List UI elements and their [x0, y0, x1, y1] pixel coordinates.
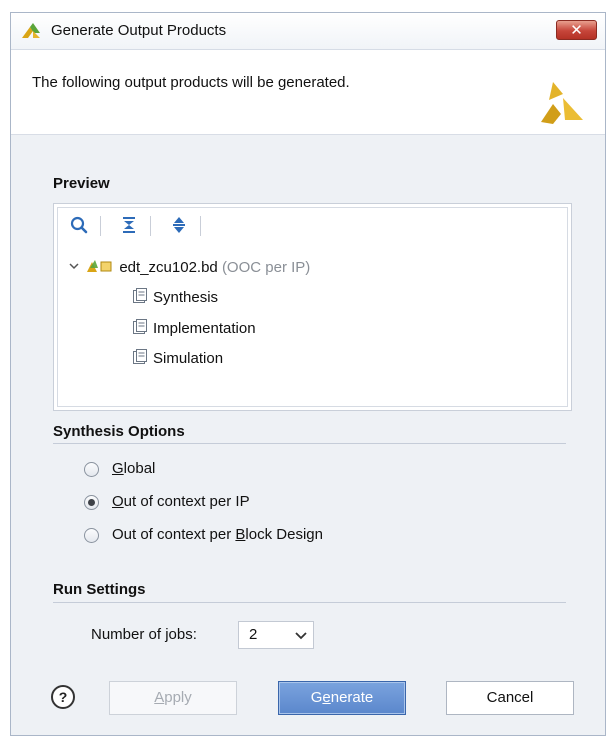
chevron-down-icon	[295, 632, 307, 640]
global-radio-label[interactable]: Global	[112, 460, 155, 477]
jobs-value: 2	[249, 626, 258, 643]
synthesis-options-label: Synthesis Options	[53, 423, 185, 440]
synthesis-options-divider	[53, 443, 566, 444]
xilinx-logo-icon	[541, 82, 583, 124]
collapse-all-icon	[123, 217, 135, 233]
collapse-all-button[interactable]	[112, 208, 146, 242]
ooc-per-ip-radio[interactable]	[84, 495, 99, 510]
title-bar[interactable]: Generate Output Products ✕	[11, 13, 605, 50]
toolbar-divider	[200, 216, 201, 236]
tree-item-implementation[interactable]: Implementation	[132, 319, 256, 337]
document-icon	[133, 288, 147, 303]
tree-item-synthesis[interactable]: Synthesis	[132, 288, 218, 306]
tree-root-name: edt_zcu102.bd	[119, 259, 218, 276]
close-icon: ✕	[570, 21, 583, 39]
cancel-button[interactable]: Cancel	[446, 681, 574, 715]
expand-all-icon	[173, 217, 185, 233]
preview-section-label: Preview	[53, 175, 110, 192]
tree-item-simulation[interactable]: Simulation	[132, 349, 223, 367]
ooc-per-block-design-radio-label[interactable]: Out of context per Block Design	[112, 526, 323, 543]
close-button[interactable]: ✕	[556, 20, 597, 40]
generate-button[interactable]: Generate	[278, 681, 406, 715]
search-icon	[70, 216, 88, 234]
banner-message: The following output products will be ge…	[32, 74, 350, 91]
help-button[interactable]: ?	[51, 685, 75, 709]
number-of-jobs-label: Number of jobs:	[91, 626, 197, 643]
document-icon	[133, 319, 147, 334]
global-radio[interactable]	[84, 462, 99, 477]
chevron-down-icon[interactable]	[69, 261, 79, 271]
block-design-icon	[87, 260, 112, 272]
preview-tree-container: edt_zcu102.bd (OOC per IP) Synthesis Imp…	[57, 207, 568, 407]
search-button[interactable]	[62, 208, 96, 242]
expand-all-button[interactable]	[162, 208, 196, 242]
run-settings-label: Run Settings	[53, 581, 146, 598]
vivado-logo-icon	[22, 23, 40, 38]
header-banner: The following output products will be ge…	[11, 50, 605, 135]
window-title: Generate Output Products	[51, 22, 227, 39]
generate-output-products-dialog: Generate Output Products ✕ The following…	[10, 12, 606, 736]
ooc-per-block-design-radio[interactable]	[84, 528, 99, 543]
apply-button[interactable]: Apply	[109, 681, 237, 715]
preview-panel: edt_zcu102.bd (OOC per IP) Synthesis Imp…	[53, 203, 572, 411]
number-of-jobs-select[interactable]: 2	[238, 621, 314, 649]
run-settings-divider	[53, 602, 566, 603]
document-icon	[133, 349, 147, 364]
tree-item-label: Implementation	[153, 320, 256, 337]
tree-item-label: Simulation	[153, 350, 224, 367]
tree-root-row[interactable]: edt_zcu102.bd (OOC per IP)	[69, 258, 310, 276]
toolbar-divider	[150, 216, 151, 236]
tree-item-label: Synthesis	[153, 289, 219, 306]
toolbar-divider	[100, 216, 101, 236]
ooc-per-ip-radio-label[interactable]: Out of context per IP	[112, 493, 250, 510]
tree-root-suffix: (OOC per IP)	[221, 259, 311, 276]
